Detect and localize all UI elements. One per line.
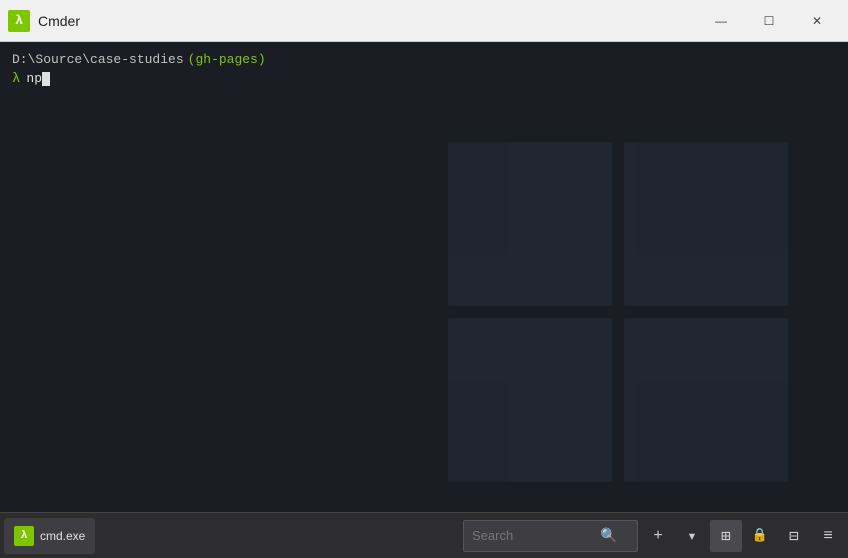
cursor (42, 72, 50, 86)
win-logo-q4 (624, 318, 788, 482)
app-icon: λ (8, 10, 30, 32)
taskbar-right-icons: + ▾ ⊞ 🔒 ⊟ ≡ (642, 520, 844, 552)
lock-button[interactable]: 🔒 (744, 520, 776, 552)
windows-watermark (448, 142, 788, 482)
search-input[interactable] (464, 528, 594, 543)
new-tab-button[interactable]: + (642, 520, 674, 552)
app-title: Cmder (38, 13, 80, 29)
title-bar-left: λ Cmder (8, 10, 80, 32)
prompt-command-line: λ np (12, 69, 836, 87)
tab-icon: λ (14, 526, 34, 546)
terminal-branch: (gh-pages) (188, 52, 266, 67)
taskbar-tab-cmd[interactable]: λ cmd.exe (4, 518, 95, 554)
win-logo-q1 (448, 142, 612, 306)
typed-command: np (26, 71, 50, 86)
close-button[interactable]: ✕ (794, 6, 840, 36)
lambda-symbol: λ (12, 71, 20, 87)
title-bar: λ Cmder — ☐ ✕ (0, 0, 848, 42)
terminal-path: D:\Source\case-studies (12, 52, 184, 67)
prompt-path-line: D:\Source\case-studies (gh-pages) (12, 52, 836, 67)
terminal-area[interactable]: D:\Source\case-studies (gh-pages) λ np (0, 42, 848, 512)
minimize-button[interactable]: — (698, 6, 744, 36)
taskbar: λ cmd.exe 🔍 + ▾ ⊞ 🔒 ⊟ ≡ (0, 512, 848, 558)
window-controls: — ☐ ✕ (698, 6, 840, 36)
menu-button[interactable]: ≡ (812, 520, 844, 552)
grid-layout-button[interactable]: ⊞ (710, 520, 742, 552)
dropdown-button[interactable]: ▾ (676, 520, 708, 552)
search-box[interactable]: 🔍 (463, 520, 638, 552)
tab-label: cmd.exe (40, 529, 85, 543)
maximize-button[interactable]: ☐ (746, 6, 792, 36)
win-logo-q3 (448, 318, 612, 482)
search-button[interactable]: 🔍 (594, 521, 624, 551)
win-logo-q2 (624, 142, 788, 306)
command-text: np (26, 71, 42, 86)
panels-button[interactable]: ⊟ (778, 520, 810, 552)
